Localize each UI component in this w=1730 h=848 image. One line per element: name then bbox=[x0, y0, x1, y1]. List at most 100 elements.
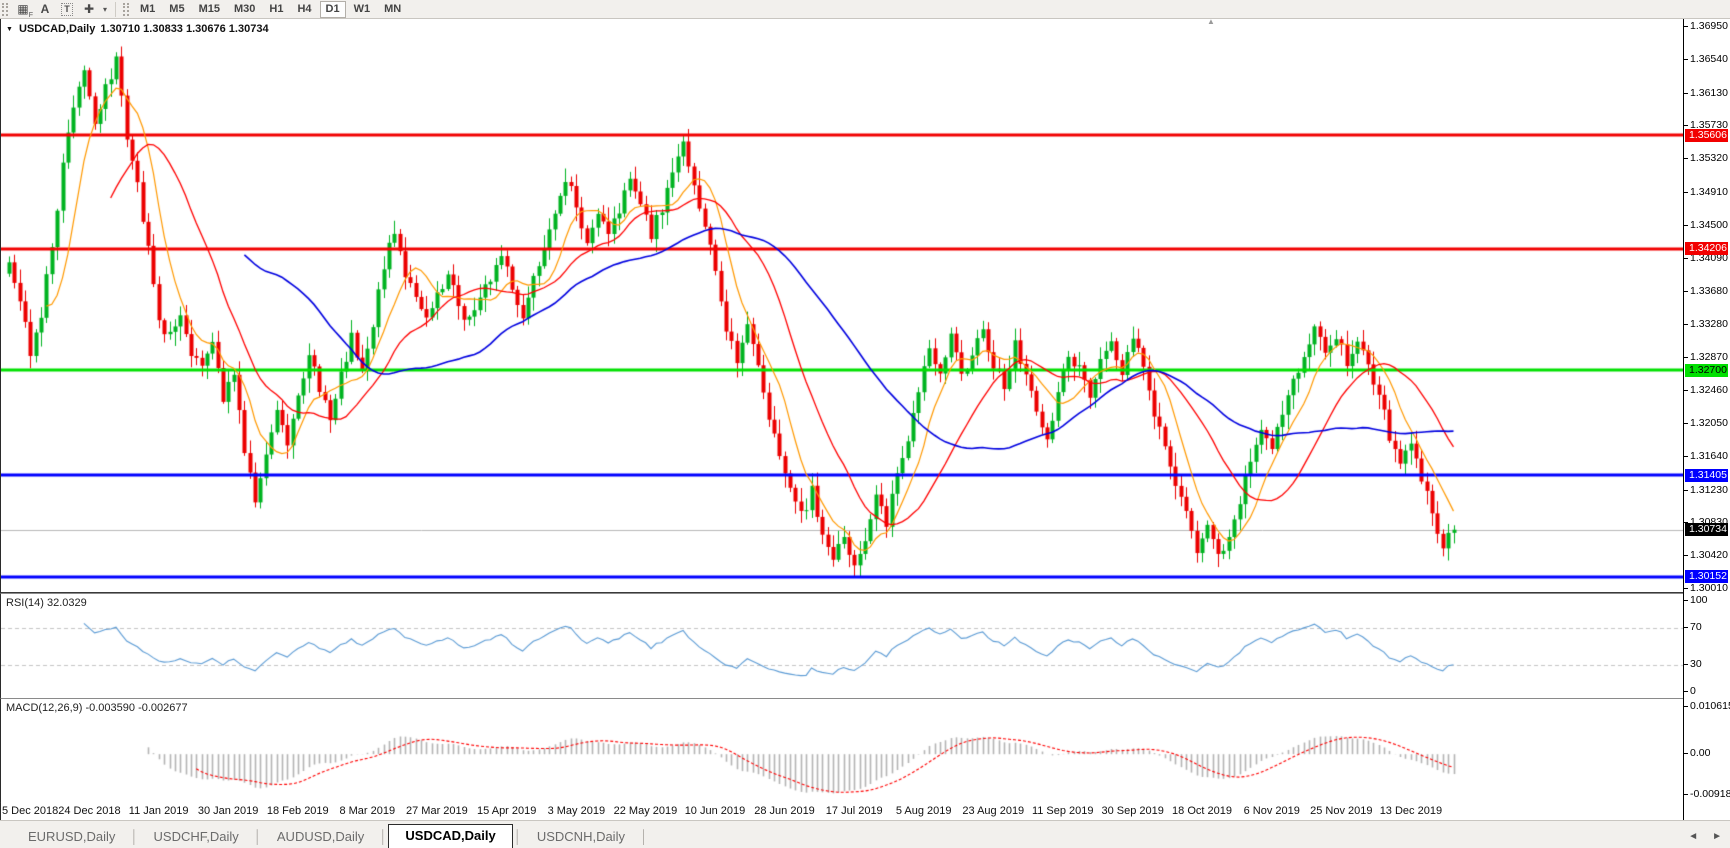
tab-scroll-arrows: ◄ ► bbox=[1688, 831, 1722, 842]
timeframe-toolbar-grip[interactable] bbox=[123, 2, 129, 16]
date-axis-label: 17 Jul 2019 bbox=[825, 805, 883, 817]
price-level-badge: 1.30152 bbox=[1685, 570, 1728, 584]
tf-button-m1[interactable]: M1 bbox=[134, 1, 161, 18]
symbol-dropdown-icon[interactable]: ▼ bbox=[6, 26, 13, 33]
toolbar-grip[interactable] bbox=[2, 2, 8, 16]
tab-separator: │ bbox=[253, 829, 262, 844]
price-tick-label: 1.30010 bbox=[1684, 582, 1728, 594]
tab-scroll-left-icon[interactable]: ◄ bbox=[1688, 831, 1698, 842]
price-level-badge: 1.32700 bbox=[1685, 363, 1728, 377]
price-tick-label: 1.31640 bbox=[1684, 450, 1728, 462]
price-tick-label: 1.33680 bbox=[1684, 285, 1728, 297]
tab-separator: │ bbox=[379, 829, 388, 844]
price-level-badge: 1.31405 bbox=[1685, 468, 1728, 482]
price-tick-label: 0.010615 bbox=[1684, 700, 1730, 712]
price-tick-label: 30 bbox=[1684, 658, 1702, 670]
tf-button-h4[interactable]: H4 bbox=[291, 1, 317, 18]
symbol-label: USDCAD,Daily bbox=[18, 23, 96, 35]
text-a-icon[interactable]: A bbox=[34, 1, 56, 18]
tab-scroll-right-icon[interactable]: ► bbox=[1712, 831, 1722, 842]
tf-button-d1[interactable]: D1 bbox=[319, 0, 346, 18]
crosshair-dropdown-icon[interactable]: ▾ bbox=[100, 1, 110, 18]
price-chart-canvas[interactable] bbox=[1, 19, 1683, 592]
chart-tab-bar: EURUSD,Daily │ USDCHF,Daily │ AUDUSD,Daily │ U… bbox=[0, 820, 1730, 848]
date-axis-label: 18 Feb 2019 bbox=[266, 805, 329, 817]
date-axis-label: 11 Sep 2019 bbox=[1031, 805, 1094, 817]
rsi-label: RSI(14) 32.0329 bbox=[6, 597, 87, 609]
tf-button-mn[interactable]: MN bbox=[378, 1, 407, 18]
date-axis-label: 6 Nov 2019 bbox=[1243, 805, 1300, 817]
date-axis-label: 18 Oct 2019 bbox=[1172, 805, 1232, 817]
price-tick-label: 1.31230 bbox=[1684, 484, 1728, 496]
tf-button-h1[interactable]: H1 bbox=[263, 1, 289, 18]
grid-f-icon[interactable]: ▦ F bbox=[12, 1, 34, 19]
timeframe-buttons: M1 M5 M15 M30 H1 H4 D1 W1 MN bbox=[133, 0, 408, 18]
time-axis[interactable]: 5 Dec 2018 24 Dec 2018 11 Jan 2019 30 Jan 2… bbox=[0, 803, 1683, 820]
date-axis-label: 15 Apr 2019 bbox=[477, 805, 537, 817]
price-level-badge: 1.34206 bbox=[1685, 242, 1728, 256]
tf-button-m15[interactable]: M15 bbox=[193, 1, 226, 18]
macd-label: MACD(12,26,9) -0.003590 -0.002677 bbox=[6, 702, 188, 714]
date-axis-label: 13 Dec 2019 bbox=[1379, 805, 1443, 817]
price-tick-label: 1.34500 bbox=[1684, 219, 1728, 231]
date-axis-label: 10 Jun 2019 bbox=[684, 805, 746, 817]
rsi-canvas[interactable] bbox=[1, 594, 1683, 698]
price-tick-label: 1.36130 bbox=[1684, 87, 1728, 99]
price-tick-label: -0.009181 bbox=[1684, 788, 1730, 800]
price-tick-label: 1.34910 bbox=[1684, 186, 1728, 198]
price-tick-label: 1.30420 bbox=[1684, 549, 1728, 561]
chart-shift-marker-icon[interactable]: ▲ bbox=[1207, 17, 1215, 26]
price-tick-label: 1.33280 bbox=[1684, 318, 1728, 330]
price-tick-label: 1.32460 bbox=[1684, 384, 1728, 396]
tab-separator: │ bbox=[513, 829, 522, 844]
price-panel[interactable]: ▼ USDCAD,Daily 1.30710 1.30833 1.30676 1… bbox=[0, 17, 1683, 593]
chart-area: ▼ USDCAD,Daily 1.30710 1.30833 1.30676 1… bbox=[0, 17, 1730, 820]
tab-separator: │ bbox=[639, 829, 649, 844]
price-axis[interactable]: 1.36950 1.36540 1.36130 1.35730 1.35320 1.349… bbox=[1683, 19, 1730, 820]
tab-usdcnh-daily[interactable]: USDCNH,Daily bbox=[523, 826, 639, 848]
price-tick-label: 1.36950 bbox=[1684, 20, 1728, 32]
macd-canvas[interactable] bbox=[1, 699, 1683, 803]
tab-usdchf-daily[interactable]: USDCHF,Daily bbox=[140, 826, 253, 848]
date-axis-label: 25 Nov 2019 bbox=[1310, 805, 1373, 817]
tf-button-w1[interactable]: W1 bbox=[348, 1, 377, 18]
price-tick-label: 1.32050 bbox=[1684, 417, 1728, 429]
price-tick-label: 100 bbox=[1684, 594, 1708, 606]
tab-separator: │ bbox=[130, 829, 139, 844]
date-axis-label: 8 Mar 2019 bbox=[339, 805, 396, 817]
price-level-badge: 1.35606 bbox=[1685, 128, 1728, 142]
ohlc-values: 1.30710 1.30833 1.30676 1.30734 bbox=[100, 23, 269, 35]
price-tick-label: 1.36540 bbox=[1684, 53, 1728, 65]
rsi-panel[interactable]: RSI(14) 32.0329 bbox=[0, 593, 1683, 698]
crosshair-tool-icon[interactable]: ✚ bbox=[78, 1, 100, 18]
date-axis-label: 30 Jan 2019 bbox=[197, 805, 259, 817]
tab-eurusd-daily[interactable]: EURUSD,Daily bbox=[14, 826, 129, 848]
toolbar-separator bbox=[115, 1, 116, 17]
date-axis-label: 30 Sep 2019 bbox=[1101, 805, 1164, 817]
date-axis-label: 11 Jan 2019 bbox=[128, 805, 189, 817]
date-axis-label: 22 May 2019 bbox=[613, 805, 678, 817]
date-axis-label: 24 Dec 2018 bbox=[58, 805, 121, 817]
label-t-icon[interactable]: T bbox=[56, 1, 78, 18]
tab-usdcad-daily[interactable]: USDCAD,Daily bbox=[388, 824, 513, 848]
tab-audusd-daily[interactable]: AUDUSD,Daily bbox=[263, 826, 378, 848]
chart-tabs: EURUSD,Daily │ USDCHF,Daily │ AUDUSD,Daily │ U… bbox=[0, 824, 649, 848]
price-tick-label: 1.32870 bbox=[1684, 351, 1728, 363]
chart-title: ▼ USDCAD,Daily 1.30710 1.30833 1.30676 1… bbox=[6, 23, 269, 35]
date-axis-label: 5 Aug 2019 bbox=[895, 805, 952, 817]
date-axis-label: 28 Jun 2019 bbox=[754, 805, 815, 817]
price-tick-label: 0 bbox=[1684, 685, 1696, 697]
tf-button-m30[interactable]: M30 bbox=[228, 1, 261, 18]
macd-panel[interactable]: MACD(12,26,9) -0.003590 -0.002677 bbox=[0, 698, 1683, 803]
price-tick-label: 0.00 bbox=[1684, 747, 1710, 759]
top-toolbar: ▦ F A T ✚ ▾ M1 M5 M15 M30 H1 H4 D1 W1 MN bbox=[0, 0, 1730, 19]
current-price-badge: 1.30734 bbox=[1685, 523, 1728, 537]
date-axis-label: 23 Aug 2019 bbox=[962, 805, 1025, 817]
price-tick-label: 1.35320 bbox=[1684, 152, 1728, 164]
date-axis-label: 27 Mar 2019 bbox=[406, 805, 468, 817]
price-tick-label: 70 bbox=[1684, 621, 1702, 633]
tf-button-m5[interactable]: M5 bbox=[163, 1, 190, 18]
date-axis-label: 3 May 2019 bbox=[547, 805, 606, 817]
date-axis-label: 5 Dec 2018 bbox=[2, 805, 59, 817]
mt4-window: ▦ F A T ✚ ▾ M1 M5 M15 M30 H1 H4 D1 W1 MN ▼ USDCAD… bbox=[0, 0, 1730, 848]
